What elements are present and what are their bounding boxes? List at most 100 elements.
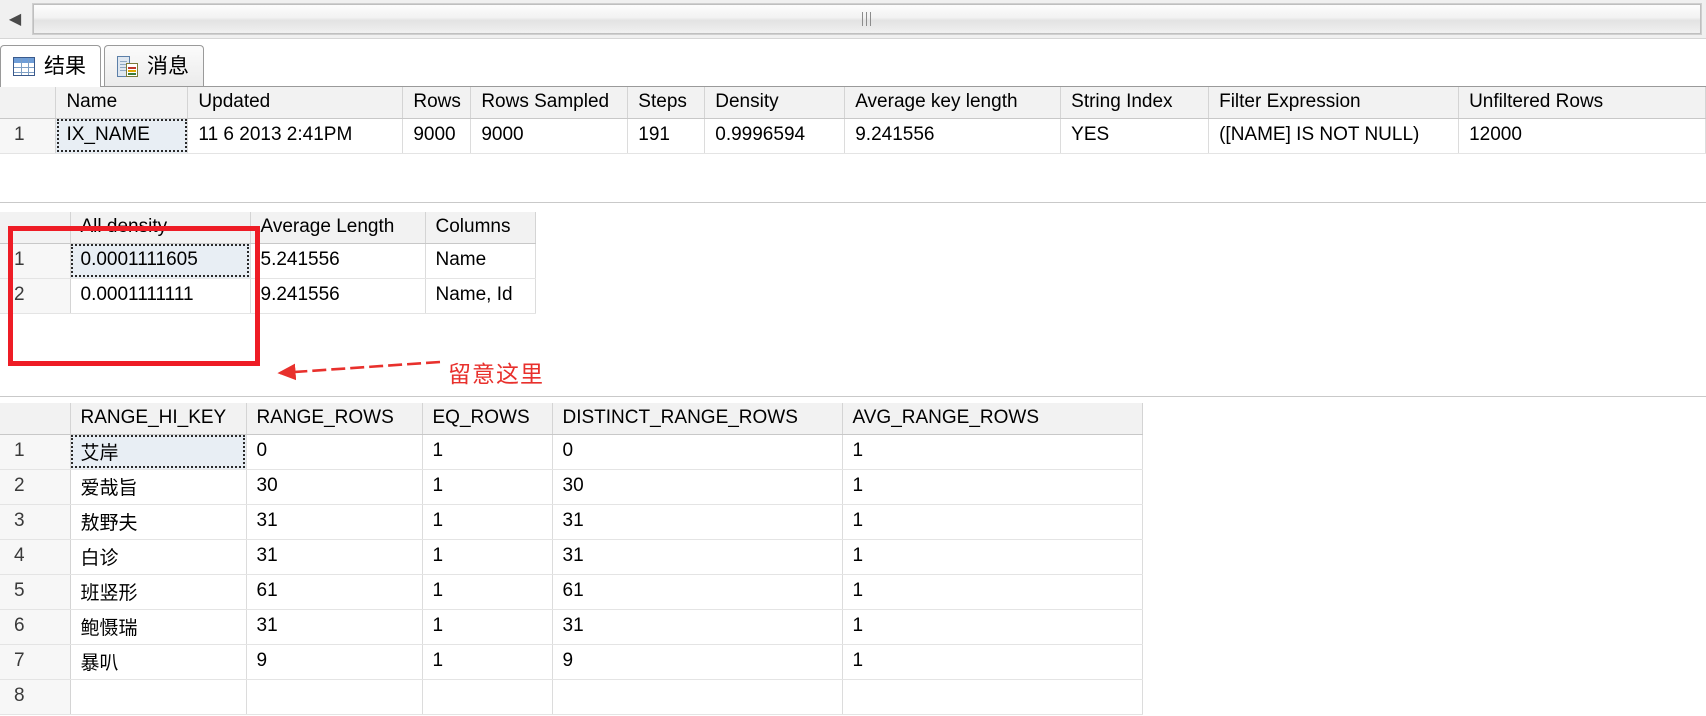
cell-range-rows[interactable]: 31	[246, 539, 423, 575]
cell-eq-rows[interactable]: 1	[422, 434, 553, 470]
cell-all-density[interactable]: 0.0001111605	[70, 243, 251, 279]
cell-columns[interactable]: Name, Id	[425, 278, 536, 314]
cell-range-hi-key[interactable]: 暴叭	[70, 644, 247, 680]
column-header-eq-rows[interactable]: EQ_ROWS	[422, 403, 553, 435]
cell-eq-rows[interactable]: 1	[422, 504, 553, 540]
cell-range-hi-key[interactable]: 班竖形	[70, 574, 247, 610]
cell-range-rows[interactable]: 30	[246, 469, 423, 505]
cell-average-length[interactable]: 5.241556	[250, 243, 426, 279]
cell-range-hi-key[interactable]: 鲍慑瑞	[70, 609, 247, 645]
cell-avg-range-rows[interactable]: 1	[842, 644, 1143, 680]
cell-name[interactable]: IX_NAME	[55, 118, 189, 154]
cell-avg-range-rows[interactable]: 1	[842, 434, 1143, 470]
cell-avg-range-rows[interactable]: 1	[842, 574, 1143, 610]
row-number[interactable]: 1	[0, 243, 71, 279]
scrollbar-thumb[interactable]	[33, 4, 1701, 34]
column-header-average-key-length[interactable]: Average key length	[844, 87, 1062, 119]
density-grid[interactable]: All density Average Length Columns 1 0.0…	[0, 212, 1706, 322]
cell-eq-rows[interactable]	[422, 679, 553, 715]
row-number[interactable]: 1	[0, 118, 57, 154]
table-row[interactable]: 3 敖野夫 31 1 31 1	[0, 504, 1143, 540]
cell-distinct-range-rows[interactable]: 31	[552, 539, 843, 575]
tab-results[interactable]: 结果	[0, 45, 101, 87]
row-header-corner[interactable]	[0, 87, 57, 119]
table-row[interactable]: 2 0.0001111111 9.241556 Name, Id	[0, 278, 536, 314]
cell-range-hi-key[interactable]	[70, 679, 247, 715]
cell-rows-sampled[interactable]: 9000	[470, 118, 629, 154]
scrollbar-track[interactable]	[32, 3, 1702, 35]
cell-avg-range-rows[interactable]	[842, 679, 1143, 715]
cell-average-key-length[interactable]: 9.241556	[844, 118, 1062, 154]
cell-eq-rows[interactable]: 1	[422, 469, 553, 505]
cell-avg-range-rows[interactable]: 1	[842, 539, 1143, 575]
cell-distinct-range-rows[interactable]: 30	[552, 469, 843, 505]
table-row[interactable]: 1 0.0001111605 5.241556 Name	[0, 243, 536, 279]
row-number[interactable]: 1	[0, 434, 71, 470]
scroll-left-arrow-icon[interactable]: ◀	[0, 2, 30, 36]
column-header-rows-sampled[interactable]: Rows Sampled	[470, 87, 629, 119]
cell-avg-range-rows[interactable]: 1	[842, 609, 1143, 645]
cell-avg-range-rows[interactable]: 1	[842, 504, 1143, 540]
column-header-all-density[interactable]: All density	[70, 212, 251, 244]
column-header-range-hi-key[interactable]: RANGE_HI_KEY	[70, 403, 247, 435]
cell-eq-rows[interactable]: 1	[422, 539, 553, 575]
cell-distinct-range-rows[interactable]: 61	[552, 574, 843, 610]
cell-range-hi-key[interactable]: 艾岸	[70, 434, 247, 470]
row-number[interactable]: 6	[0, 609, 71, 645]
horizontal-scrollbar[interactable]: ◀	[0, 0, 1706, 39]
cell-range-rows[interactable]: 31	[246, 609, 423, 645]
cell-distinct-range-rows[interactable]: 31	[552, 609, 843, 645]
column-header-steps[interactable]: Steps	[627, 87, 706, 119]
row-number[interactable]: 2	[0, 278, 71, 314]
cell-distinct-range-rows[interactable]	[552, 679, 843, 715]
column-header-updated[interactable]: Updated	[187, 87, 404, 119]
row-header-corner[interactable]	[0, 212, 71, 244]
column-header-unfiltered-rows[interactable]: Unfiltered Rows	[1458, 87, 1706, 119]
cell-range-hi-key[interactable]: 白诊	[70, 539, 247, 575]
table-row[interactable]: 4 白诊 31 1 31 1	[0, 539, 1143, 575]
cell-range-hi-key[interactable]: 敖野夫	[70, 504, 247, 540]
column-header-density[interactable]: Density	[704, 87, 846, 119]
column-header-range-rows[interactable]: RANGE_ROWS	[246, 403, 423, 435]
column-header-filter-expression[interactable]: Filter Expression	[1208, 87, 1460, 119]
row-number[interactable]: 2	[0, 469, 71, 505]
table-row[interactable]: 1 艾岸 0 1 0 1	[0, 434, 1143, 470]
cell-eq-rows[interactable]: 1	[422, 609, 553, 645]
tab-messages[interactable]: 消息	[104, 45, 204, 86]
cell-eq-rows[interactable]: 1	[422, 574, 553, 610]
cell-distinct-range-rows[interactable]: 9	[552, 644, 843, 680]
table-row[interactable]: 6 鲍慑瑞 31 1 31 1	[0, 609, 1143, 645]
table-row[interactable]: 8	[0, 679, 1143, 715]
cell-range-rows[interactable]: 9	[246, 644, 423, 680]
column-header-rows[interactable]: Rows	[402, 87, 472, 119]
table-row[interactable]: 2 爱哉旨 30 1 30 1	[0, 469, 1143, 505]
row-number[interactable]: 8	[0, 679, 71, 715]
column-header-name[interactable]: Name	[55, 87, 189, 119]
cell-distinct-range-rows[interactable]: 31	[552, 504, 843, 540]
row-number[interactable]: 5	[0, 574, 71, 610]
stats-header-grid[interactable]: Name Updated Rows Rows Sampled Steps Den…	[0, 87, 1706, 202]
column-header-avg-range-rows[interactable]: AVG_RANGE_ROWS	[842, 403, 1143, 435]
cell-filter-expression[interactable]: ([NAME] IS NOT NULL)	[1208, 118, 1460, 154]
cell-columns[interactable]: Name	[425, 243, 536, 279]
cell-average-length[interactable]: 9.241556	[250, 278, 426, 314]
column-header-average-length[interactable]: Average Length	[250, 212, 426, 244]
column-header-columns[interactable]: Columns	[425, 212, 536, 244]
row-number[interactable]: 4	[0, 539, 71, 575]
cell-unfiltered-rows[interactable]: 12000	[1458, 118, 1706, 154]
table-row[interactable]: 7 暴叭 9 1 9 1	[0, 644, 1143, 680]
row-header-corner[interactable]	[0, 403, 71, 435]
cell-steps[interactable]: 191	[627, 118, 706, 154]
cell-range-rows[interactable]: 0	[246, 434, 423, 470]
cell-eq-rows[interactable]: 1	[422, 644, 553, 680]
cell-all-density[interactable]: 0.0001111111	[70, 278, 251, 314]
cell-avg-range-rows[interactable]: 1	[842, 469, 1143, 505]
cell-range-hi-key[interactable]: 爱哉旨	[70, 469, 247, 505]
cell-rows[interactable]: 9000	[402, 118, 472, 154]
cell-density[interactable]: 0.9996594	[704, 118, 846, 154]
column-header-string-index[interactable]: String Index	[1060, 87, 1210, 119]
row-number[interactable]: 3	[0, 504, 71, 540]
cell-range-rows[interactable]: 31	[246, 504, 423, 540]
row-number[interactable]: 7	[0, 644, 71, 680]
column-header-distinct-range-rows[interactable]: DISTINCT_RANGE_ROWS	[552, 403, 843, 435]
